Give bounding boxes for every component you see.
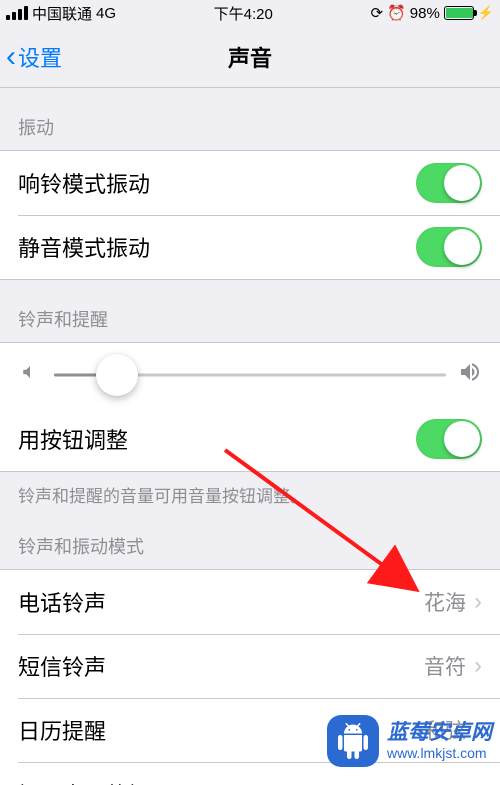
silent-vibrate-switch[interactable] xyxy=(416,227,482,267)
volume-slider-row xyxy=(0,343,500,407)
alarm-icon: ⏰ xyxy=(387,4,406,22)
volume-high-icon xyxy=(458,360,482,391)
reminder-label: 提醒事项的提醒 xyxy=(18,778,474,785)
section-header-patterns: 铃声和振动模式 xyxy=(0,507,500,569)
row-ring-vibrate[interactable]: 响铃模式振动 xyxy=(0,151,500,215)
ringtone-value: 花海 xyxy=(424,587,466,617)
section-header-vibration: 振动 xyxy=(0,88,500,150)
silent-vibrate-label: 静音模式振动 xyxy=(18,231,416,263)
ringer-footer: 铃声和提醒的音量可用音量按钮调整。 xyxy=(0,472,500,507)
nav-bar: ‹ 设置 声音 xyxy=(0,26,500,88)
change-with-buttons-switch[interactable] xyxy=(416,419,482,459)
status-left: 中国联通 4G xyxy=(6,3,116,24)
texttone-value: 音符 xyxy=(424,651,466,681)
chevron-right-icon: › xyxy=(474,588,482,616)
volume-low-icon xyxy=(18,363,42,387)
group-ringer: 用按钮调整 xyxy=(0,342,500,471)
battery-icon xyxy=(444,6,474,20)
chevron-right-icon: › xyxy=(474,652,482,680)
back-label: 设置 xyxy=(18,41,62,73)
volume-slider[interactable] xyxy=(54,357,446,393)
clock: 下午4:20 xyxy=(214,3,273,24)
row-texttone[interactable]: 短信铃声 音符 › xyxy=(0,634,500,698)
chevron-right-icon: › xyxy=(474,716,482,744)
calendar-value: 和弦 xyxy=(424,715,466,745)
row-reminder[interactable]: 提醒事项的提醒 › xyxy=(0,762,500,785)
row-calendar[interactable]: 日历提醒 和弦 › xyxy=(0,698,500,762)
section-header-ringer: 铃声和提醒 xyxy=(0,280,500,342)
chevron-left-icon: ‹ xyxy=(6,42,16,72)
orientation-lock-icon: ⟳ xyxy=(371,4,384,22)
row-ringtone[interactable]: 电话铃声 花海 › xyxy=(0,570,500,634)
network-label: 4G xyxy=(96,5,116,22)
status-bar: 中国联通 4G 下午4:20 ⟳ ⏰ 98% ⚡ xyxy=(0,0,500,26)
signal-icon xyxy=(6,6,28,20)
charging-icon: ⚡ xyxy=(478,5,494,21)
change-with-buttons-label: 用按钮调整 xyxy=(18,423,416,455)
battery-pct: 98% xyxy=(410,5,440,22)
group-vibration: 响铃模式振动 静音模式振动 xyxy=(0,150,500,280)
texttone-label: 短信铃声 xyxy=(18,650,424,682)
ring-vibrate-label: 响铃模式振动 xyxy=(18,167,416,199)
row-silent-vibrate[interactable]: 静音模式振动 xyxy=(0,215,500,279)
page-title: 声音 xyxy=(0,41,500,73)
ring-vibrate-switch[interactable] xyxy=(416,163,482,203)
row-change-with-buttons[interactable]: 用按钮调整 xyxy=(0,407,500,471)
calendar-label: 日历提醒 xyxy=(18,714,424,746)
carrier-label: 中国联通 xyxy=(32,3,92,24)
back-button[interactable]: ‹ 设置 xyxy=(0,41,62,73)
group-patterns: 电话铃声 花海 › 短信铃声 音符 › 日历提醒 和弦 › 提醒事项的提醒 › xyxy=(0,569,500,785)
status-right: ⟳ ⏰ 98% ⚡ xyxy=(371,4,494,22)
ringtone-label: 电话铃声 xyxy=(18,586,424,618)
chevron-right-icon: › xyxy=(474,780,482,785)
